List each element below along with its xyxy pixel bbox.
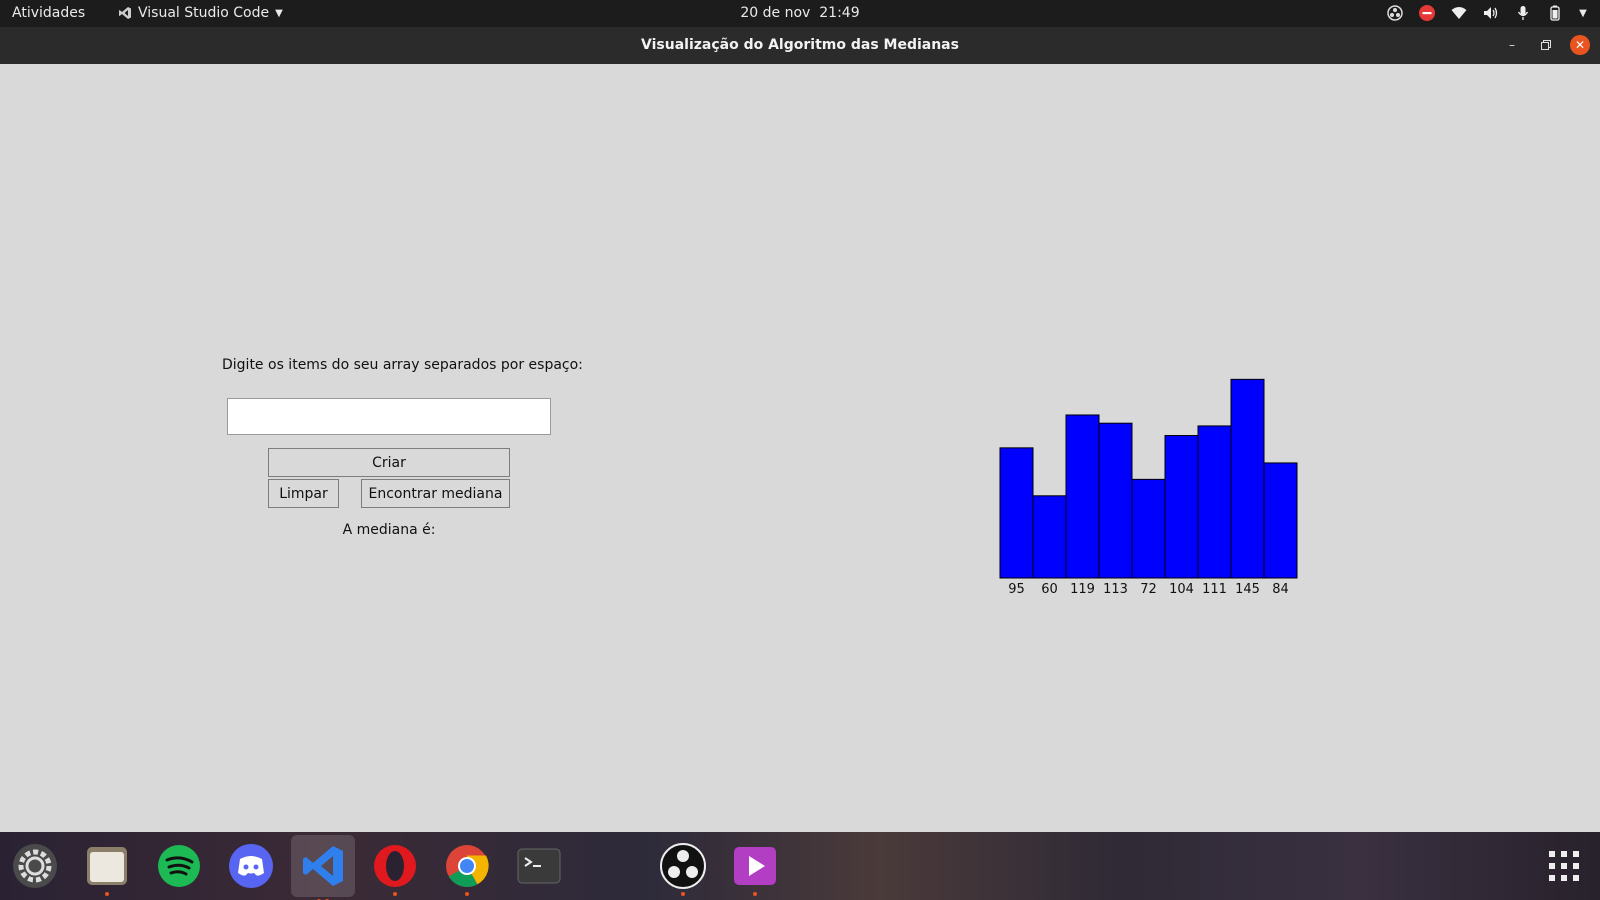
median-result-label: A mediana é:: [342, 522, 436, 538]
create-button[interactable]: Criar: [268, 448, 510, 477]
files-icon: [87, 847, 127, 885]
window-title-bar[interactable]: Visualização do Algoritmo das Medianas –…: [0, 27, 1600, 64]
chart-bar-label: 72: [1140, 582, 1157, 594]
array-input[interactable]: [227, 398, 551, 435]
video-player-app[interactable]: [731, 842, 779, 896]
obs-icon: [660, 843, 706, 889]
close-button[interactable]: ✕: [1570, 35, 1590, 55]
chart-bar-label: 60: [1041, 582, 1058, 594]
array-prompt-label: Digite os items do seu array separados p…: [222, 357, 583, 373]
chart-bar-label: 145: [1235, 582, 1260, 594]
discord-app[interactable]: [227, 842, 275, 890]
discord-icon: [229, 844, 273, 888]
restore-icon: [1541, 40, 1551, 50]
chart-bar: [1098, 422, 1133, 579]
date-text: 20 de nov: [740, 5, 811, 21]
activities-button[interactable]: Atividades: [12, 5, 85, 21]
clear-button[interactable]: Limpar: [268, 479, 339, 508]
chrome-app[interactable]: [443, 842, 491, 896]
chart-bar: [1032, 495, 1067, 579]
settings-app[interactable]: [11, 842, 59, 890]
chart-bar-label: 113: [1103, 582, 1128, 594]
settings-icon: [13, 844, 57, 888]
vscode-app[interactable]: [291, 835, 355, 900]
dock: [0, 832, 1600, 900]
app-content: Digite os items do seu array separados p…: [0, 64, 1600, 832]
chart-bar: [1065, 414, 1100, 579]
chevron-down-icon: ▼: [275, 7, 283, 19]
do-not-disturb-icon[interactable]: [1418, 4, 1436, 22]
top-bar: Atividades Visual Studio Code ▼ 20 de no…: [0, 0, 1600, 27]
system-tray[interactable]: ▼: [1386, 4, 1588, 22]
chart-bar-label: 104: [1169, 582, 1194, 594]
opera-app[interactable]: [371, 842, 419, 896]
chart-bar: [1263, 462, 1298, 579]
chart-bar-label: 84: [1272, 582, 1289, 594]
maximize-button[interactable]: [1536, 35, 1556, 55]
window-title: Visualização do Algoritmo das Medianas: [641, 37, 959, 53]
app-menu[interactable]: Visual Studio Code ▼: [118, 5, 283, 21]
terminal-app[interactable]: [515, 842, 563, 890]
array-bar-chart: 95 60 119 113 72 104 111 145 84: [999, 378, 1298, 594]
running-indicator: [393, 892, 397, 896]
microphone-icon[interactable]: [1514, 4, 1532, 22]
volume-icon[interactable]: [1482, 4, 1500, 22]
running-indicator: [753, 892, 757, 896]
files-app[interactable]: [83, 842, 131, 896]
chevron-down-icon[interactable]: ▼: [1578, 4, 1588, 22]
app-grid-icon: [1549, 851, 1579, 881]
chrome-icon: [446, 845, 489, 888]
obs-tray-icon[interactable]: [1386, 4, 1404, 22]
show-apps-button[interactable]: [1540, 842, 1588, 890]
minimize-button[interactable]: –: [1502, 35, 1522, 55]
spotify-icon: [158, 845, 200, 887]
vscode-small-icon: [119, 7, 131, 19]
video-player-icon: [734, 847, 776, 885]
vscode-icon: [303, 846, 343, 886]
battery-icon[interactable]: [1546, 4, 1564, 22]
chart-bar: [1197, 425, 1232, 579]
time-text: 21:49: [819, 5, 860, 21]
chart-bar: [1164, 435, 1199, 579]
find-median-button[interactable]: Encontrar mediana: [361, 479, 510, 508]
chart-bar-label: 119: [1070, 582, 1095, 594]
chart-bar-label: 111: [1202, 582, 1227, 594]
app-name: Visual Studio Code: [138, 5, 270, 21]
running-indicator: [465, 892, 469, 896]
chart-bar-label: 95: [1008, 582, 1025, 594]
chart-bar: [1131, 478, 1166, 579]
chart-bar: [999, 447, 1034, 579]
wifi-icon[interactable]: [1450, 4, 1468, 22]
terminal-icon: [517, 848, 561, 884]
running-indicator: [681, 892, 685, 896]
chart-bar: [1230, 378, 1265, 579]
spotify-app[interactable]: [155, 842, 203, 890]
opera-icon: [374, 845, 416, 887]
running-indicator: [105, 892, 109, 896]
obs-app[interactable]: [659, 842, 707, 896]
